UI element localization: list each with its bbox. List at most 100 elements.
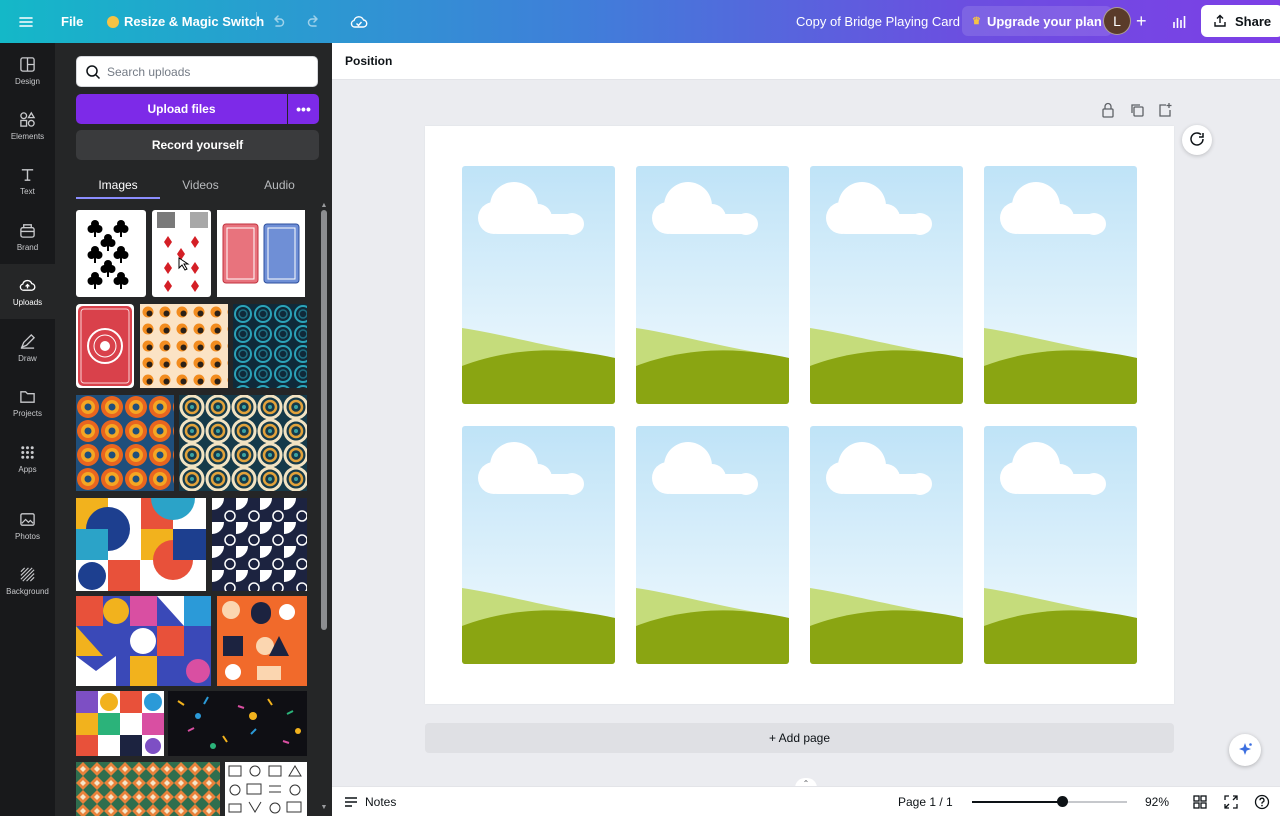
landscape-illustration <box>810 426 963 664</box>
upload-thumb-black-confetti[interactable] <box>168 691 307 756</box>
rail-item-text[interactable]: Text <box>0 153 55 208</box>
rail-item-projects[interactable]: Projects <box>0 375 55 430</box>
rail-item-elements[interactable]: Elements <box>0 98 55 153</box>
grid-view-icon[interactable] <box>1193 787 1207 816</box>
resize-button-label: Resize & Magic Switch <box>124 14 265 29</box>
uploads-panel: Search uploads Upload files ••• Record y… <box>55 43 332 816</box>
zoom-slider-handle[interactable] <box>1056 796 1068 807</box>
card-back-image <box>78 306 132 386</box>
upload-thumb-orange-shapes[interactable] <box>217 596 307 686</box>
upload-thumb-doodles[interactable] <box>225 762 307 816</box>
notes-button[interactable]: Notes <box>344 787 396 816</box>
rail-item-draw[interactable]: Draw <box>0 320 55 375</box>
upload-thumb-retro-circles[interactable] <box>76 395 174 491</box>
refresh-comment-icon[interactable] <box>1182 125 1212 155</box>
brand-icon <box>20 223 35 238</box>
landscape-card[interactable] <box>984 166 1137 404</box>
upload-thumb-card-backs[interactable] <box>217 210 305 297</box>
rail-label: Projects <box>13 408 42 418</box>
landscape-card[interactable] <box>810 426 963 664</box>
landscape-illustration <box>984 166 1137 404</box>
rail-item-apps[interactable]: Apps <box>0 431 55 486</box>
upload-files-button[interactable]: Upload files <box>76 94 287 124</box>
upgrade-button[interactable]: ♛ Upgrade your plan <box>962 6 1112 36</box>
zoom-slider[interactable] <box>972 796 1127 807</box>
landscape-card[interactable] <box>984 426 1137 664</box>
resize-button[interactable]: Resize & Magic Switch <box>107 0 264 43</box>
tab-videos[interactable]: Videos <box>163 173 238 197</box>
rail-item-brand[interactable]: Brand <box>0 209 55 264</box>
duplicate-page-icon[interactable] <box>1129 102 1145 118</box>
record-yourself-button[interactable]: Record yourself <box>76 130 319 160</box>
document-title[interactable]: Copy of Bridge Playing Card <box>796 0 960 43</box>
rail-item-uploads[interactable]: Uploads <box>0 264 55 319</box>
rail-item-photos[interactable]: Photos <box>0 498 55 553</box>
upload-thumb-navy-geometric[interactable] <box>212 498 307 591</box>
page-indicator[interactable]: Page 1 / 1 <box>898 787 953 816</box>
tab-images[interactable]: Images <box>76 173 160 197</box>
upgrade-button-label: Upgrade your plan <box>986 13 1102 29</box>
memphis-pattern-image <box>76 691 164 756</box>
add-collaborator-icon[interactable]: + <box>1136 0 1147 43</box>
tab-audio[interactable]: Audio <box>242 173 317 197</box>
top-bar: File Resize & Magic Switch Copy of Bridg… <box>0 0 1280 43</box>
add-page-icon[interactable] <box>1157 102 1173 118</box>
rail-label: Photos <box>15 531 40 541</box>
analytics-icon[interactable] <box>1171 0 1187 43</box>
zoom-level[interactable]: 92% <box>1145 787 1169 816</box>
pen-icon <box>20 333 36 349</box>
undo-icon[interactable] <box>270 0 286 43</box>
context-toolbar: Position <box>332 43 1280 80</box>
shapes-icon <box>20 111 36 127</box>
diamond-pattern-image <box>76 762 220 816</box>
rail-label: Uploads <box>12 297 43 307</box>
text-icon <box>21 168 34 181</box>
upload-thumb-diamond-card[interactable] <box>152 210 211 297</box>
fullscreen-icon[interactable] <box>1224 787 1238 816</box>
design-page[interactable] <box>425 126 1174 704</box>
help-icon[interactable] <box>1254 787 1270 816</box>
lock-icon[interactable] <box>1101 102 1117 118</box>
more-options-icon[interactable]: ••• <box>288 94 319 124</box>
card-backs-image <box>222 223 300 284</box>
add-page-button[interactable]: + Add page <box>425 723 1174 753</box>
cloud-saved-icon[interactable] <box>350 0 368 43</box>
retro-circles-image <box>76 395 174 491</box>
rail-label: Elements <box>10 131 45 141</box>
landscape-illustration <box>984 426 1137 664</box>
scroll-down-icon[interactable]: ▼ <box>320 804 328 811</box>
redo-icon[interactable] <box>306 0 322 43</box>
upload-thumb-red-card-back[interactable] <box>76 304 134 388</box>
landscape-card[interactable] <box>636 166 789 404</box>
share-button[interactable]: Share <box>1201 5 1280 37</box>
upload-thumb-teal-rings[interactable] <box>233 304 307 388</box>
panel-scrollbar[interactable] <box>321 210 327 630</box>
upload-thumb-memphis[interactable] <box>76 691 164 756</box>
landscape-card[interactable] <box>462 166 615 404</box>
upload-thumb-bauhaus[interactable] <box>76 596 211 686</box>
rail-item-design[interactable]: Design <box>0 43 55 98</box>
landscape-card[interactable] <box>462 426 615 664</box>
upload-thumb-eight-of-clubs[interactable] <box>76 210 146 297</box>
rail-label: Design <box>15 76 40 86</box>
upload-thumb-geometric-color[interactable] <box>76 498 206 591</box>
upload-thumb-retro-waves[interactable] <box>179 395 307 491</box>
scroll-up-icon[interactable]: ▲ <box>320 202 328 209</box>
cloud-upload-icon <box>19 279 36 291</box>
playing-card-image <box>157 212 208 292</box>
rail-label: Text <box>20 186 35 196</box>
crown-icon: ♛ <box>972 15 981 27</box>
avatar[interactable]: L <box>1103 7 1131 35</box>
upload-thumb-green-diamonds[interactable] <box>76 762 220 816</box>
rail-label: Brand <box>16 242 39 252</box>
notes-label: Notes <box>365 795 397 809</box>
magic-assistant-icon[interactable] <box>1229 734 1261 766</box>
search-input[interactable]: Search uploads <box>76 56 318 87</box>
rail-item-background[interactable]: Background <box>0 553 55 608</box>
menu-icon[interactable] <box>18 0 34 43</box>
file-menu[interactable]: File <box>61 0 83 43</box>
landscape-card[interactable] <box>810 166 963 404</box>
landscape-card[interactable] <box>636 426 789 664</box>
position-button[interactable]: Position <box>345 54 392 68</box>
upload-thumb-orange-dots[interactable] <box>140 304 228 388</box>
